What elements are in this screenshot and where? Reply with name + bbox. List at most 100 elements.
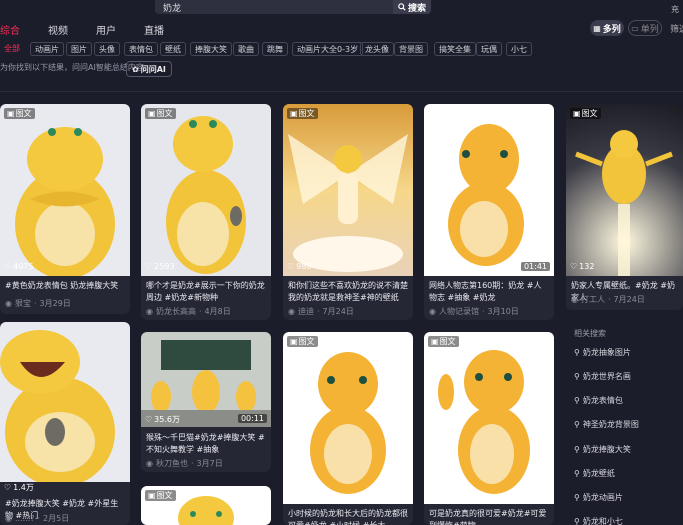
heart-icon: ♡: [287, 262, 295, 271]
avatar[interactable]: ◉: [288, 307, 295, 316]
badge-label: 图文: [581, 109, 598, 118]
author-name[interactable]: 人物记录馆: [439, 306, 479, 317]
author-name[interactable]: 狠宝: [15, 298, 31, 309]
related-item-label: 奶龙和小七: [582, 517, 623, 525]
result-card[interactable]: ▣ 图文 ♡ 2593 哪个才是奶龙#展示一下你的奶龙周边 #奶龙#新物种 ◉ 奶龙长…: [141, 104, 271, 320]
chip[interactable]: 歌曲: [233, 42, 259, 56]
chip[interactable]: 跳舞: [262, 42, 288, 56]
avatar[interactable]: ◉: [5, 299, 12, 308]
chip[interactable]: 捧腹大笑: [190, 42, 232, 56]
search-icon: ⚲: [574, 517, 580, 525]
related-item[interactable]: ⚲ 奶龙表情包: [574, 395, 623, 406]
tab-users[interactable]: 用户: [96, 22, 116, 37]
result-card[interactable]: ♡ 35.6万 00:11 猴殊～千巴猫#奶龙#捧腹大笑 #不知火舞教学 #抽象 …: [141, 332, 271, 472]
multi-column-button[interactable]: ▦ 多列: [590, 20, 624, 36]
card-title[interactable]: 和你们这些不喜欢奶龙的说不清楚 我的奶龙就是救神圣#神的壁纸: [288, 280, 408, 304]
tab-general[interactable]: 综合: [0, 22, 20, 37]
chip[interactable]: 壁纸: [160, 42, 186, 56]
image-post-badge: ▣ 图文: [287, 108, 318, 119]
laughing-nailong-image: [0, 330, 115, 482]
divider: [0, 91, 683, 92]
chip[interactable]: 表情包: [124, 42, 158, 56]
nailong-image: [166, 116, 246, 274]
card-meta: ◉ 迪迪 · 7月24日: [288, 306, 354, 317]
related-item-label: 奶龙抽象图片: [582, 348, 631, 357]
card-image: [424, 104, 554, 276]
search-button[interactable]: 搜索: [393, 0, 431, 14]
card-title[interactable]: #黄色奶龙表情包 奶龙捧腹大笑: [5, 280, 125, 292]
chip[interactable]: 搞笑全集: [434, 42, 476, 56]
list-icon: ▭: [631, 23, 639, 33]
author-name[interactable]: 奶龙长高高: [156, 306, 196, 317]
related-item[interactable]: ⚲ 奶龙抽象图片: [574, 347, 631, 358]
post-date: 3月10日: [487, 307, 519, 316]
author-name[interactable]: 迪迪: [298, 306, 314, 317]
angel-nailong-image: [288, 134, 408, 272]
result-card[interactable]: 01:41 网络人物志第160期：奶龙 #人物志 #抽象 #奶龙 ◉ 人物记录馆 ·…: [424, 104, 554, 320]
chip[interactable]: 小七: [506, 42, 532, 56]
result-card[interactable]: ♡ 1.4万 #奶龙捧腹大笑 #奶龙 #外星生物 #热门 ◉......? · 2月5…: [0, 322, 130, 525]
like-count: ♡ 988: [287, 262, 311, 271]
author-name[interactable]: 打工人: [581, 294, 605, 305]
filter-button[interactable]: 筛选: [670, 22, 683, 35]
like-count: ♡ 35.6万: [145, 414, 180, 425]
card-title[interactable]: 哪个才是奶龙#展示一下你的奶龙周边 #奶龙#新物种: [146, 280, 266, 304]
single-column-button[interactable]: ▭ 单列: [628, 20, 662, 36]
card-image: [141, 332, 271, 427]
post-date: 2月5日: [43, 514, 70, 523]
like-count: ♡ 4075: [4, 262, 34, 271]
card-title[interactable]: 小时候的奶龙和长大后的奶龙都很可爱#奶龙 #小时候 #长大: [288, 508, 408, 525]
chip[interactable]: 背景图: [394, 42, 428, 56]
ask-ai-button[interactable]: ✿ 问问AI: [126, 61, 172, 77]
chip[interactable]: 动画片大全0-3岁: [292, 42, 364, 56]
chip[interactable]: 动画片: [30, 42, 64, 56]
card-title[interactable]: 网络人物志第160期：奶龙 #人物志 #抽象 #奶龙: [429, 280, 549, 304]
video-duration: 01:41: [520, 262, 550, 271]
search-icon: [398, 3, 406, 11]
related-item[interactable]: ⚲ 奶龙壁纸: [574, 468, 615, 479]
tab-live[interactable]: 直播: [144, 22, 164, 37]
related-item[interactable]: ⚲ 奶龙捧腹大笑: [574, 444, 631, 455]
related-item[interactable]: ⚲ 奶龙动画片: [574, 492, 623, 503]
result-card[interactable]: ▣ 图文 ♡ 4075 #黄色奶龙表情包 奶龙捧腹大笑 ◉ 狠宝 · 3月29日: [0, 104, 130, 314]
tab-video[interactable]: 视频: [48, 22, 68, 37]
chip[interactable]: 图片: [66, 42, 92, 56]
card-image: [283, 332, 413, 504]
author-name[interactable]: 秋刀鱼也: [156, 458, 188, 469]
search-icon: ⚲: [574, 372, 580, 381]
card-meta: ◉ 秋刀鱼也 · 3月7日: [146, 458, 223, 469]
author-name[interactable]: ......?: [15, 514, 35, 523]
result-card[interactable]: ▣图文 小时候的奶龙和长大后的奶龙都很可爱#奶龙 #小时候 #长大: [283, 332, 413, 525]
like-count: ♡ 132: [570, 262, 594, 271]
card-image: [424, 332, 554, 504]
heart-icon: ♡: [4, 483, 12, 492]
chip[interactable]: 龙头像: [360, 42, 394, 56]
single-column-label: 单列: [640, 24, 659, 35]
waving-nailong-image: [438, 350, 530, 494]
chip-all[interactable]: 全部: [0, 42, 24, 56]
result-card[interactable]: ▣ 图文 ♡ 132 奶家人专属壁纸。#奶龙 #奶家人 ◉ 打工人 · 7月24日: [566, 104, 683, 310]
result-card[interactable]: ▣ 图文: [141, 486, 271, 525]
search-icon: ⚲: [574, 493, 580, 502]
search-icon: ⚲: [574, 420, 580, 429]
like-value: 1.4万: [13, 483, 34, 492]
card-title[interactable]: 猴殊～千巴猫#奶龙#捧腹大笑 #不知火舞教学 #抽象: [146, 432, 266, 456]
card-title[interactable]: 可是奶龙真的很可爱#奶龙#可爱到爆炸#萌物: [429, 508, 549, 525]
avatar[interactable]: ◉: [429, 307, 436, 316]
result-card[interactable]: ▣图文 可是奶龙真的很可爱#奶龙#可爱到爆炸#萌物: [424, 332, 554, 525]
avatar[interactable]: ◉: [5, 514, 12, 523]
related-item[interactable]: ⚲ 奶龙世界名画: [574, 371, 631, 382]
related-item[interactable]: ⚲ 奶龙和小七: [574, 516, 623, 525]
related-item[interactable]: ⚲ 神圣奶龙背景图: [574, 419, 639, 430]
search-input[interactable]: [163, 1, 363, 13]
card-image: [141, 104, 271, 276]
chip[interactable]: 玩偶: [476, 42, 502, 56]
avatar[interactable]: ◉: [146, 459, 153, 468]
avatar[interactable]: ◉: [146, 307, 153, 316]
chip[interactable]: 头像: [94, 42, 120, 56]
like-count: ♡ 2593: [145, 262, 175, 271]
card-meta: ◉ 狠宝 · 3月29日: [5, 298, 71, 309]
result-card[interactable]: ▣ 图文 ♡ 988 和你们这些不喜欢奶龙的说不清楚 我的奶龙就是救神圣#神的壁纸 …: [283, 104, 413, 320]
top-right-text[interactable]: 充: [671, 4, 683, 15]
avatar[interactable]: ◉: [571, 295, 578, 304]
